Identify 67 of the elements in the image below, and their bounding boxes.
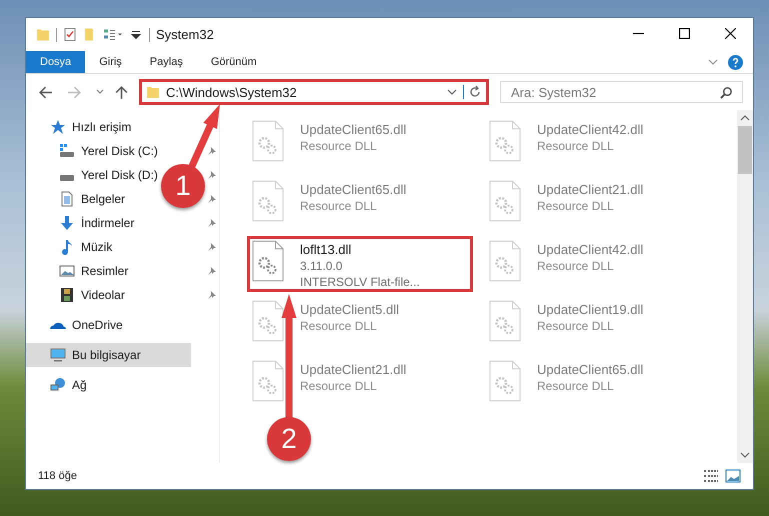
- picture-icon: [59, 263, 75, 279]
- file-name[interactable]: UpdateClient65.dll: [300, 181, 406, 198]
- scrollbar[interactable]: [737, 110, 753, 463]
- recent-locations-icon[interactable]: [96, 89, 104, 95]
- sidebar-item[interactable]: Videolar: [59, 283, 125, 307]
- file-detail: Resource DLL: [300, 138, 378, 154]
- file-detail: INTERSOLV Flat-file...: [300, 274, 420, 290]
- scrollbar-thumb[interactable]: [738, 126, 752, 174]
- star-icon: [50, 119, 66, 135]
- file-detail: Resource DLL: [537, 378, 615, 394]
- file-name[interactable]: UpdateClient21.dll: [537, 181, 644, 198]
- close-icon: [724, 28, 736, 38]
- dll-file-icon[interactable]: [252, 239, 284, 283]
- file-name[interactable]: UpdateClient42.dll: [537, 241, 644, 258]
- up-arrow-icon[interactable]: [114, 84, 129, 100]
- folder-icon: [36, 27, 50, 42]
- download-icon: [59, 215, 75, 231]
- film-icon: [59, 287, 75, 303]
- file-name[interactable]: loflt13.dll: [300, 241, 420, 258]
- details-view-icon[interactable]: [703, 469, 719, 483]
- sidebar-item[interactable]: Bu bilgisayar: [26, 343, 191, 367]
- sidebar-item[interactable]: OneDrive: [26, 313, 191, 337]
- forward-arrow-icon[interactable]: [67, 84, 82, 100]
- view-dropdown-icon[interactable]: [103, 27, 123, 42]
- folder-icon: [146, 85, 160, 99]
- search-field[interactable]: Ara: System32: [500, 81, 743, 103]
- file-detail: 3.11.0.0: [300, 258, 344, 274]
- ribbon-tab[interactable]: Paylaş: [136, 51, 197, 73]
- sidebar-item[interactable]: Yerel Disk (D:): [59, 163, 158, 187]
- back-arrow-icon[interactable]: [38, 84, 53, 100]
- network-icon: [50, 377, 66, 393]
- file-detail: Resource DLL: [537, 318, 615, 334]
- ribbon-tab[interactable]: Giriş: [85, 51, 136, 73]
- sidebar-item[interactable]: Ağ: [26, 373, 191, 397]
- address-field[interactable]: C:\Windows\System32: [139, 79, 489, 105]
- file-name[interactable]: UpdateClient21.dll: [300, 361, 406, 378]
- ribbon-tab[interactable]: Dosya: [26, 51, 86, 73]
- file-detail: Resource DLL: [300, 378, 378, 394]
- file-name[interactable]: UpdateClient42.dll: [537, 121, 644, 138]
- drive-icon: [59, 143, 75, 159]
- file-name[interactable]: UpdateClient19.dll: [537, 301, 644, 318]
- file-name[interactable]: UpdateClient65.dll: [537, 361, 644, 378]
- expand-ribbon-icon[interactable]: [708, 59, 718, 65]
- sidebar-item[interactable]: Yerel Disk (C:): [59, 139, 158, 163]
- maximize-icon: [678, 28, 690, 38]
- sidebar-item[interactable]: Resimler: [59, 259, 128, 283]
- sidebar-item[interactable]: İndirmeler: [59, 211, 134, 235]
- sidebar-item[interactable]: Belgeler: [59, 187, 126, 211]
- help-icon[interactable]: [728, 54, 743, 70]
- document-icon: [59, 191, 75, 207]
- cloud-icon: [50, 321, 66, 329]
- file-detail: Resource DLL: [300, 198, 378, 214]
- file-detail: Resource DLL: [537, 138, 615, 154]
- ribbon-tab[interactable]: Görünüm: [196, 51, 271, 73]
- item-count: 118 öğe: [38, 470, 77, 482]
- properties-icon[interactable]: [63, 27, 77, 42]
- large-icons-view-icon[interactable]: [725, 469, 741, 483]
- drive-icon: [59, 175, 75, 181]
- computer-icon: [50, 347, 66, 363]
- window-title: System32: [156, 27, 214, 42]
- sidebar-item[interactable]: Hızlı erişim: [26, 115, 191, 139]
- file-detail: Resource DLL: [537, 198, 615, 214]
- file-name[interactable]: UpdateClient65.dll: [300, 121, 406, 138]
- sidebar-item[interactable]: Müzik: [59, 235, 112, 259]
- file-name[interactable]: UpdateClient5.dll: [300, 301, 400, 318]
- file-detail: Resource DLL: [537, 258, 615, 274]
- file-detail: Resource DLL: [300, 318, 378, 334]
